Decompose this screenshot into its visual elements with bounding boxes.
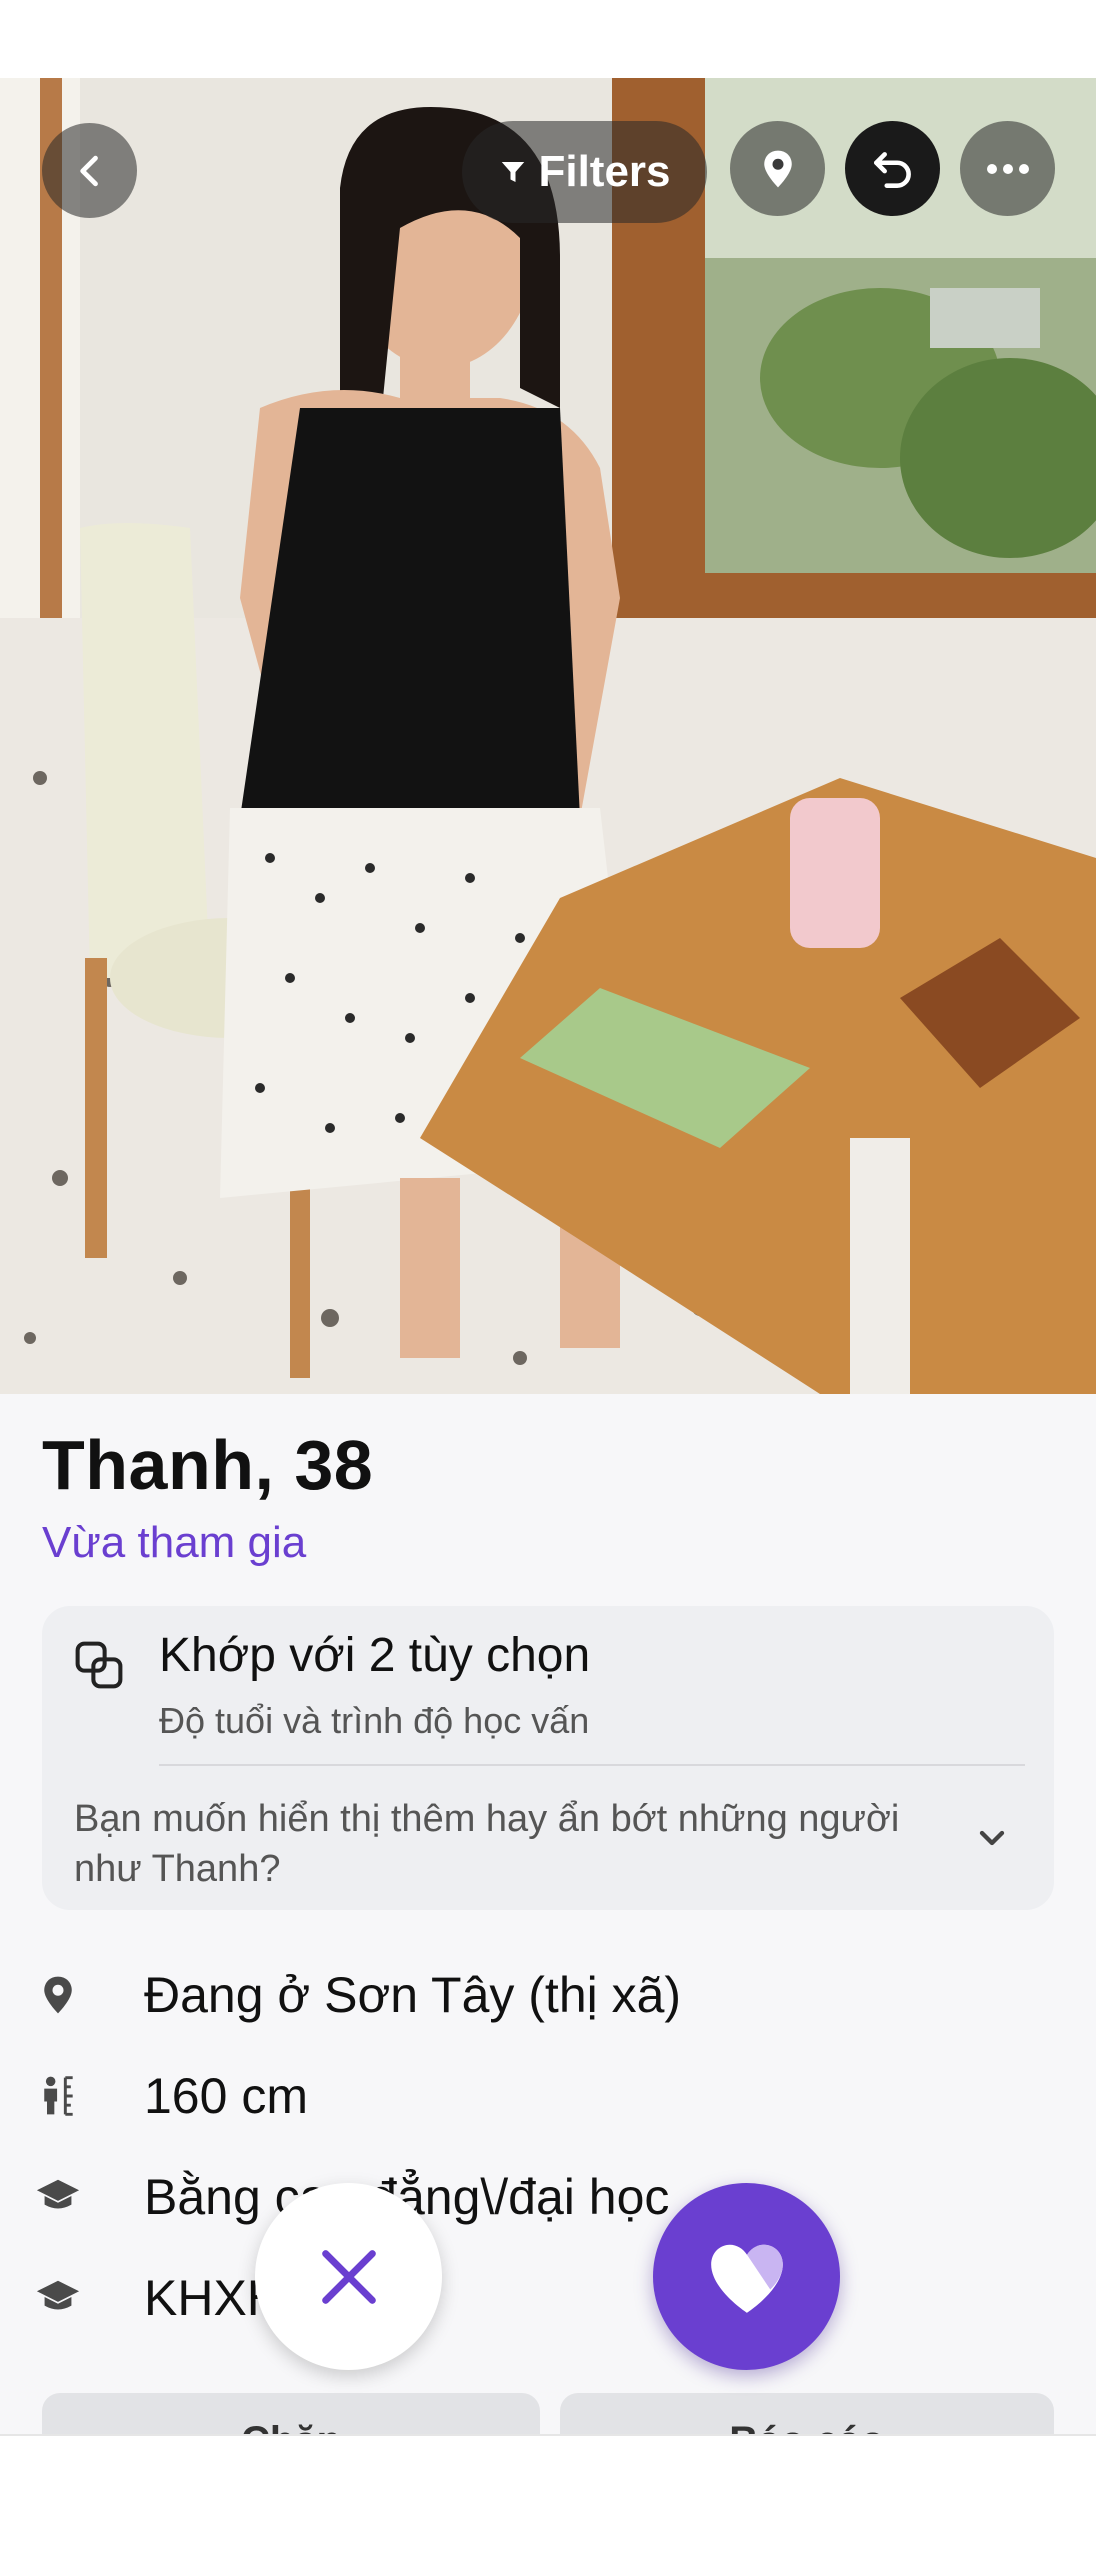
undo-button[interactable]	[845, 121, 940, 216]
status-bar	[0, 0, 1096, 78]
detail-text: Đang ở Sơn Tây (thị xã)	[144, 1967, 682, 2023]
profile-screen: Filters Thanh, 38 Vừa tham gia Khớp với …	[0, 0, 1096, 2560]
map-pin-icon	[763, 150, 792, 187]
heart-icon	[710, 2244, 783, 2313]
chevron-down-icon[interactable]	[972, 1818, 1012, 1858]
graduation-cap-icon	[30, 2169, 86, 2225]
graduation-cap-icon	[30, 2270, 86, 2326]
undo-icon	[873, 151, 911, 188]
filters-button[interactable]: Filters	[462, 121, 707, 223]
profile-photo[interactable]	[0, 78, 1096, 1394]
profile-name-age: Thanh, 38	[42, 1426, 374, 1504]
more-options-button[interactable]	[960, 121, 1055, 216]
filter-icon	[502, 162, 525, 182]
profile-status: Vừa tham gia	[42, 1518, 307, 1567]
like-button[interactable]	[653, 2183, 840, 2370]
detail-location: Đang ở Sơn Tây (thị xã)	[30, 1955, 681, 2035]
close-icon	[321, 2249, 376, 2304]
more-horizontal-icon	[986, 163, 1029, 174]
divider	[159, 1764, 1025, 1766]
map-pin-icon	[30, 1967, 86, 2023]
detail-field-of-study: KHXH	[30, 2258, 283, 2338]
height-icon	[30, 2068, 86, 2124]
match-subtitle: Độ tuổi và trình độ học vấn	[159, 1700, 590, 1741]
overlap-squares-icon	[75, 1641, 123, 1689]
system-navigation-area	[0, 2434, 1096, 2560]
match-title: Khớp với 2 tùy chọn	[159, 1629, 591, 1682]
detail-height: 160 cm	[30, 2056, 308, 2136]
detail-text: 160 cm	[144, 2068, 308, 2124]
chevron-left-icon	[79, 155, 98, 186]
match-card[interactable]: Khớp với 2 tùy chọn Độ tuổi và trình độ …	[42, 1606, 1054, 1910]
back-button[interactable]	[42, 123, 137, 218]
filters-label: Filters	[538, 147, 671, 196]
match-question: Bạn muốn hiển thị thêm hay ẩn bớt những …	[74, 1798, 900, 1890]
location-button[interactable]	[730, 121, 825, 216]
pass-button[interactable]	[255, 2183, 442, 2370]
